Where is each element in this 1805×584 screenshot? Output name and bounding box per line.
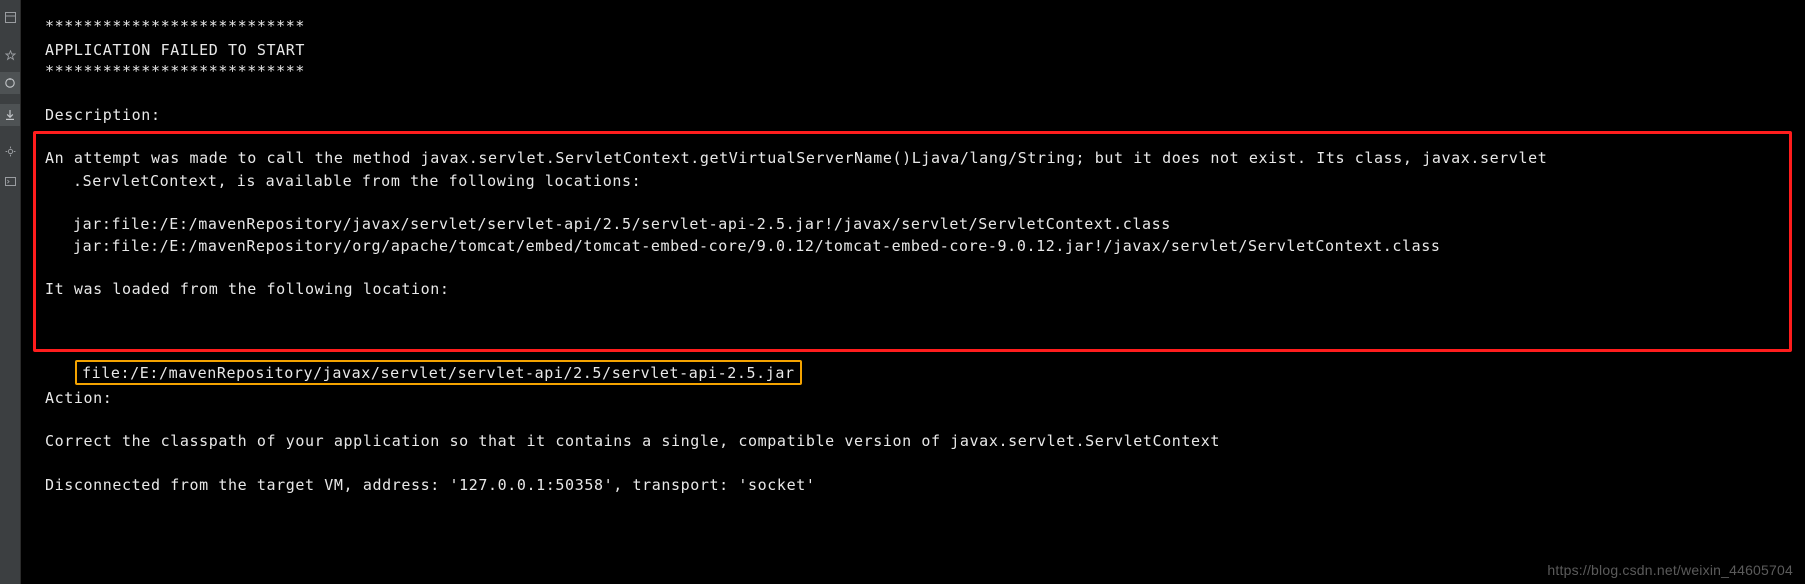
debugger-icon[interactable]	[0, 72, 20, 94]
action-text: Correct the classpath of your applicatio…	[45, 432, 1220, 450]
loaded-from-path: file:/E:/mavenRepository/javax/servlet/s…	[82, 363, 795, 382]
console-text-area: *************************** APPLICATION …	[21, 0, 1805, 584]
build-icon[interactable]	[0, 140, 20, 162]
structure-icon[interactable]	[0, 6, 20, 28]
banner-bottom-asterisks: ***************************	[45, 62, 306, 80]
location-path-1: jar:file:/E:/mavenRepository/org/apache/…	[73, 237, 1441, 255]
description-label: Description:	[45, 106, 161, 124]
loaded-from-label: It was loaded from the following locatio…	[45, 280, 450, 298]
console-output-panel[interactable]: *************************** APPLICATION …	[21, 0, 1805, 584]
download-icon[interactable]	[0, 104, 20, 126]
ide-console-window: *************************** APPLICATION …	[0, 0, 1805, 584]
location-path-0: jar:file:/E:/mavenRepository/javax/servl…	[73, 215, 1171, 233]
banner-title: APPLICATION FAILED TO START	[45, 41, 306, 59]
ide-tool-gutter	[0, 0, 21, 584]
loaded-path-highlight-box: file:/E:/mavenRepository/javax/servlet/s…	[75, 360, 802, 385]
disconnect-text: Disconnected from the target VM, address…	[45, 476, 816, 494]
favorites-icon[interactable]	[0, 44, 20, 66]
description-line-1: An attempt was made to call the method j…	[45, 149, 1548, 167]
terminal-icon[interactable]	[0, 170, 20, 192]
banner-top-asterisks: ***************************	[45, 17, 306, 35]
watermark: https://blog.csdn.net/weixin_44605704	[1547, 562, 1793, 578]
description-line-2: .ServletContext, is available from the f…	[73, 172, 642, 190]
action-label: Action:	[45, 389, 113, 407]
